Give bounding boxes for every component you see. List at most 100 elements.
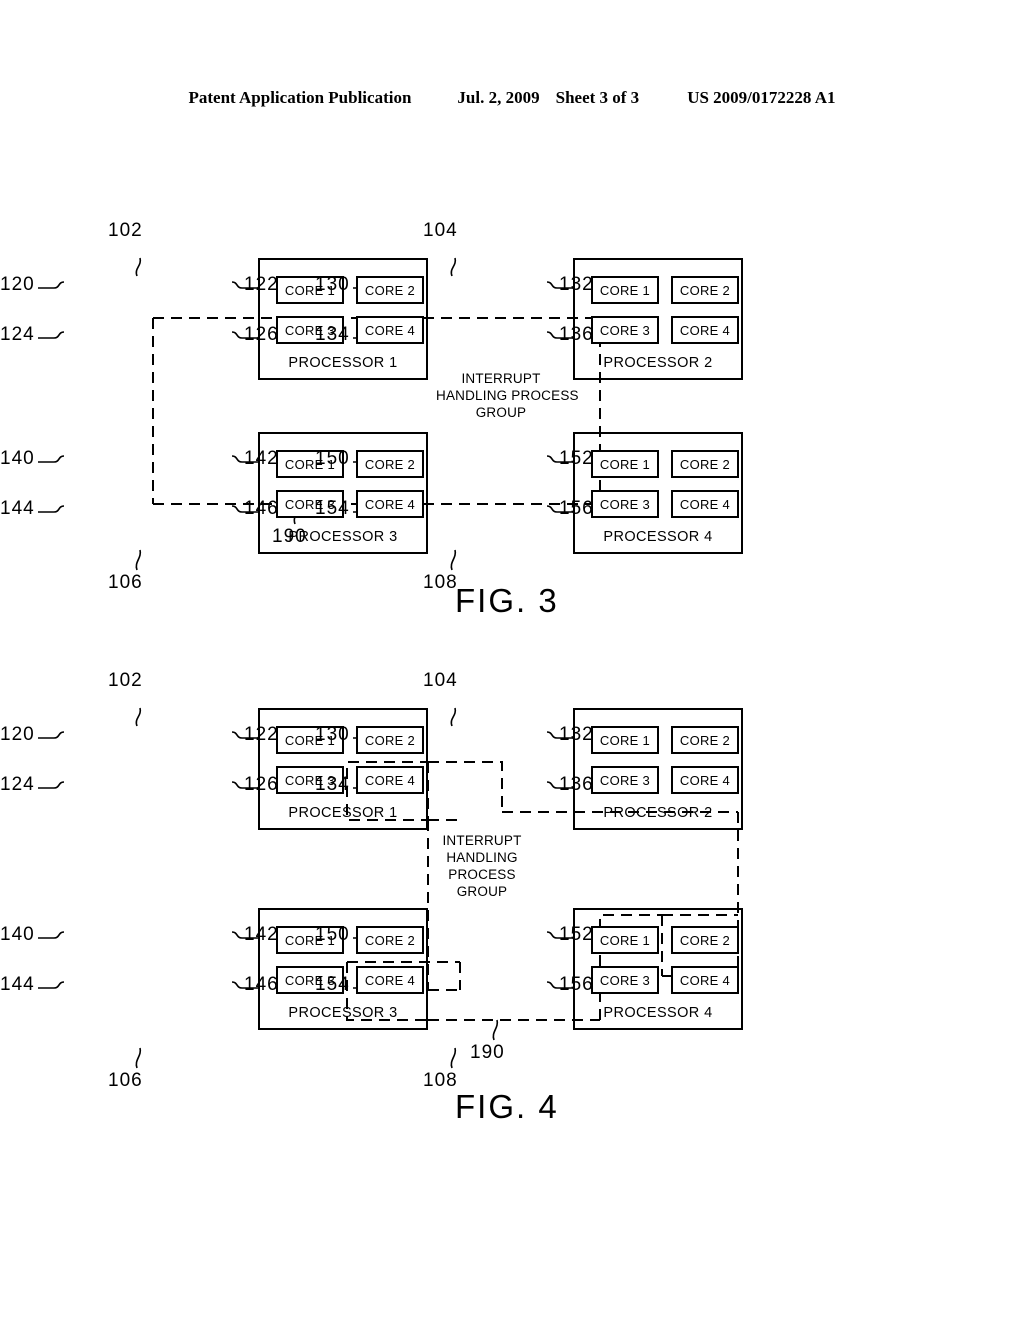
fig4-ref-106-leader: [135, 1047, 142, 1069]
fig3-p4-core-4: CORE 4: [671, 490, 739, 518]
figure-3: CORE 1 CORE 2 CORE 3 CORE 4 PROCESSOR 1 …: [0, 190, 1024, 650]
fig4-ref-144: 144: [0, 974, 35, 995]
fig4-p1-core-4: CORE 4: [356, 766, 424, 794]
fig4-ref-190: 190: [470, 1042, 505, 1063]
fig4-caption: FIG. 4: [455, 1088, 559, 1125]
fig4-ref-102: 102: [108, 670, 143, 691]
fig3-ref-140: 140: [0, 448, 35, 469]
fig3-ref-102-leader: [135, 257, 142, 277]
page-header: Patent Application Publication Jul. 2, 2…: [0, 88, 1024, 108]
header-publication: Patent Application Publication: [188, 88, 412, 107]
fig3-ref-144: 144: [0, 498, 35, 519]
fig4-group-caption: INTERRUPT HANDLING PROCESS GROUP: [436, 832, 528, 900]
fig4-ref-144-leader: [38, 981, 65, 989]
fig4-ref-140: 140: [0, 924, 35, 945]
fig4-processor-2: CORE 1 CORE 2 CORE 3 CORE 4 PROCESSOR 2: [573, 708, 743, 830]
fig3-p2-core-4: CORE 4: [671, 316, 739, 344]
fig4-ref-142: 142: [244, 924, 279, 945]
fig4-ref-122: 122: [244, 724, 279, 745]
fig4-group-caption-line-3: PROCESS: [448, 867, 516, 882]
fig3-ref-120-leader: [38, 281, 65, 289]
fig4-p2-core-4: CORE 4: [671, 766, 739, 794]
fig4-processor-2-label: PROCESSOR 2: [603, 805, 713, 821]
fig4-ref-146: 146: [244, 974, 279, 995]
fig4-ref-152: 152: [559, 924, 594, 945]
fig3-processor-2: CORE 1 CORE 2 CORE 3 CORE 4 PROCESSOR 2: [573, 258, 743, 380]
fig4-ref-156: 156: [559, 974, 594, 995]
header-patent-number: US 2009/0172228 A1: [687, 88, 836, 107]
fig4-p1-core-2: CORE 2: [356, 726, 424, 754]
fig4-p4-core-2: CORE 2: [671, 926, 739, 954]
fig3-ref-102: 102: [108, 220, 143, 241]
fig3-ref-124: 124: [0, 324, 35, 345]
header-sheet: Sheet 3 of 3: [555, 88, 640, 107]
fig4-ref-106: 106: [108, 1070, 143, 1091]
fig4-ref-104-leader: [450, 707, 457, 727]
fig3-ref-108-leader: [450, 549, 457, 571]
fig4-ref-108: 108: [423, 1070, 458, 1091]
fig4-processor-4: CORE 1 CORE 2 CORE 3 CORE 4 PROCESSOR 4: [573, 908, 743, 1030]
fig3-ref-104-leader: [450, 257, 457, 277]
fig4-ref-124: 124: [0, 774, 35, 795]
fig4-p4-core-3: CORE 3: [591, 966, 659, 994]
fig4-ref-136: 136: [559, 774, 594, 795]
fig3-group-caption-line-3: GROUP: [475, 405, 527, 420]
fig3-p1-core-2: CORE 2: [356, 276, 424, 304]
fig3-ref-156: 156: [559, 498, 594, 519]
fig4-ref-102-leader: [135, 707, 142, 727]
fig4-processor-4-label: PROCESSOR 4: [603, 1005, 713, 1021]
fig4-ref-190-leader: [492, 1019, 499, 1041]
fig3-ref-190: 190: [272, 526, 307, 547]
fig4-ref-124-leader: [38, 781, 65, 789]
fig4-group-caption-line-2: HANDLING: [446, 850, 518, 865]
fig4-processor-3-label: PROCESSOR 3: [288, 1005, 398, 1021]
fig3-ref-124-leader: [38, 331, 65, 339]
fig3-ref-142: 142: [244, 448, 279, 469]
fig4-ref-108-leader: [450, 1047, 457, 1069]
fig3-ref-136: 136: [559, 324, 594, 345]
fig3-ref-146: 146: [244, 498, 279, 519]
fig3-ref-140-leader: [38, 455, 65, 463]
fig4-link-p1-p2: [428, 761, 503, 812]
fig4-ref-120-leader: [38, 731, 65, 739]
fig4-ref-120: 120: [0, 724, 35, 745]
fig3-ref-108: 108: [423, 572, 458, 593]
fig3-ref-122: 122: [244, 274, 279, 295]
fig3-processor-4-label: PROCESSOR 4: [603, 529, 713, 545]
fig4-ref-104: 104: [423, 670, 458, 691]
fig3-ref-144-leader: [38, 505, 65, 513]
header-date: Jul. 2, 2009: [457, 88, 540, 107]
fig3-p2-core-3: CORE 3: [591, 316, 659, 344]
fig4-p4-core-4: CORE 4: [671, 966, 739, 994]
fig4-p2-core-1: CORE 1: [591, 726, 659, 754]
fig4-ref-130: 130: [315, 724, 350, 745]
fig4-ref-126: 126: [244, 774, 279, 795]
fig4-ref-140-leader: [38, 931, 65, 939]
fig3-processor-1-label: PROCESSOR 1: [288, 355, 398, 371]
fig3-p2-core-1: CORE 1: [591, 276, 659, 304]
fig3-ref-130: 130: [315, 274, 350, 295]
fig3-ref-106-leader: [135, 549, 142, 571]
fig4-p2-core-2: CORE 2: [671, 726, 739, 754]
fig3-p3-core-2: CORE 2: [356, 450, 424, 478]
fig3-ref-126: 126: [244, 324, 279, 345]
fig3-p2-core-2: CORE 2: [671, 276, 739, 304]
fig3-p1-core-4: CORE 4: [356, 316, 424, 344]
fig3-p4-core-1: CORE 1: [591, 450, 659, 478]
fig4-ref-154: 154: [315, 974, 350, 995]
fig3-ref-152: 152: [559, 448, 594, 469]
fig3-group-caption: INTERRUPT HANDLING PROCESS GROUP: [436, 370, 579, 421]
fig3-ref-132: 132: [559, 274, 594, 295]
fig3-group-caption-line-1: INTERRUPT: [461, 371, 541, 386]
fig3-ref-150: 150: [315, 448, 350, 469]
fig4-ref-132: 132: [559, 724, 594, 745]
fig3-ref-154: 154: [315, 498, 350, 519]
fig4-group-caption-line-4: GROUP: [456, 884, 508, 899]
fig3-p4-core-2: CORE 2: [671, 450, 739, 478]
fig3-ref-134: 134: [315, 324, 350, 345]
fig3-caption: FIG. 3: [455, 582, 559, 619]
figure-4: CORE 1 CORE 2 CORE 3 CORE 4 PROCESSOR 1 …: [0, 670, 1024, 1160]
fig3-ref-120: 120: [0, 274, 35, 295]
fig4-p2-core-3: CORE 3: [591, 766, 659, 794]
fig3-ref-106: 106: [108, 572, 143, 593]
